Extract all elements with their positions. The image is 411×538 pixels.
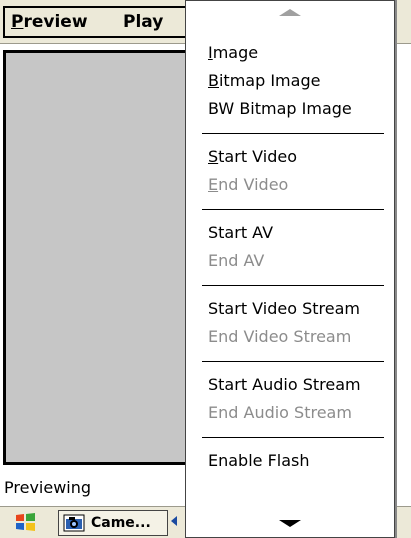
- camera-task-label: Came...: [91, 515, 151, 531]
- windows-start-icon[interactable]: [14, 512, 38, 532]
- dropdown-menu: Image Bitmap Image BW Bitmap Image Start…: [185, 0, 395, 538]
- menu-item-end-video: End Video: [186, 171, 394, 199]
- menu-item-start-video-stream[interactable]: Start Video Stream: [186, 295, 394, 323]
- menu-scroll-up-icon[interactable]: [186, 1, 394, 31]
- menu-item-end-video-stream: End Video Stream: [186, 323, 394, 351]
- menu-item-end-audio-stream: End Audio Stream: [186, 399, 394, 427]
- menu-item-label: End Video Stream: [208, 327, 352, 346]
- preview-menu-label: Preview: [11, 12, 88, 32]
- menu-separator: [202, 361, 384, 362]
- menu-item-label: Start Audio Stream: [208, 375, 361, 394]
- camera-icon: [63, 514, 85, 532]
- menu-scroll-down-icon[interactable]: [186, 507, 394, 537]
- menu-item-bitmap-image[interactable]: Bitmap Image: [186, 67, 394, 95]
- playback-menu-button[interactable]: Play: [123, 6, 193, 38]
- status-text: Previewing: [4, 478, 92, 497]
- menu-item-start-av[interactable]: Start AV: [186, 219, 394, 247]
- menu-item-label: Start Video: [208, 147, 297, 166]
- menu-item-label: Image: [208, 43, 259, 62]
- menu-separator: [202, 285, 384, 286]
- camera-task-button[interactable]: Came...: [58, 510, 168, 536]
- camera-preview-area: [6, 53, 188, 462]
- menu-item-label: Enable Flash: [208, 451, 310, 470]
- menu-separator: [202, 209, 384, 210]
- menu-item-label: End AV: [208, 251, 265, 270]
- preview-frame: [3, 50, 188, 465]
- menu-item-end-av: End AV: [186, 247, 394, 275]
- menu-item-bw-bitmap-image[interactable]: BW Bitmap Image: [186, 95, 394, 123]
- menu-item-start-audio-stream[interactable]: Start Audio Stream: [186, 371, 394, 399]
- menu-item-label: BW Bitmap Image: [208, 99, 352, 118]
- menu-item-label: End Audio Stream: [208, 403, 352, 422]
- menu-separator: [202, 133, 384, 134]
- menu-item-label: Start Video Stream: [208, 299, 360, 318]
- menu-separator: [202, 437, 384, 438]
- menu-item-image[interactable]: Image: [186, 39, 394, 67]
- menu-item-enable-flash[interactable]: Enable Flash: [186, 447, 394, 475]
- menu-list: Image Bitmap Image BW Bitmap Image Start…: [186, 39, 394, 475]
- menu-item-label: End Video: [208, 175, 289, 194]
- menu-item-label: Bitmap Image: [208, 71, 321, 90]
- menu-item-label: Start AV: [208, 223, 274, 242]
- menu-item-start-video[interactable]: Start Video: [186, 143, 394, 171]
- playback-menu-label: Play: [123, 12, 164, 32]
- taskbar-scroll-left-icon[interactable]: [171, 516, 177, 526]
